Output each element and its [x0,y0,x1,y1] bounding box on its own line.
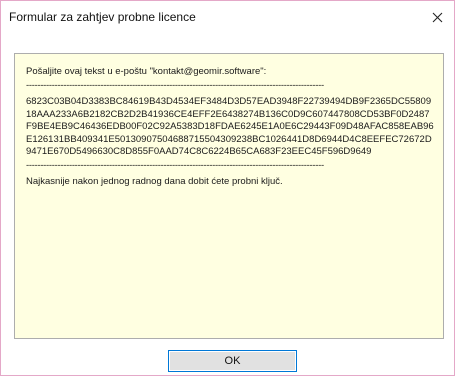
license-request-dialog: Formular za zahtjev probne licence Pošal… [0,0,455,376]
ok-button[interactable]: OK [168,350,297,372]
request-code-text: 6823C03B04D3383BC84619B43D4534EF3484D3D5… [26,96,434,157]
window-title: Formular za zahtjev probne licence [9,10,196,24]
email-instruction-text: Pošaljite ovaj tekst u e-poštu "kontakt@… [26,66,267,77]
license-request-text-area[interactable]: Pošaljite ovaj tekst u e-poštu "kontakt@… [14,53,444,339]
close-button[interactable] [420,1,454,33]
separator-bottom: ----------------------------------------… [26,159,324,171]
title-bar[interactable]: Formular za zahtjev probne licence [1,1,454,33]
separator-top: ----------------------------------------… [26,79,324,91]
response-time-note: Najkasnije nakon jednog radnog dana dobi… [26,176,283,187]
close-icon [432,12,443,23]
